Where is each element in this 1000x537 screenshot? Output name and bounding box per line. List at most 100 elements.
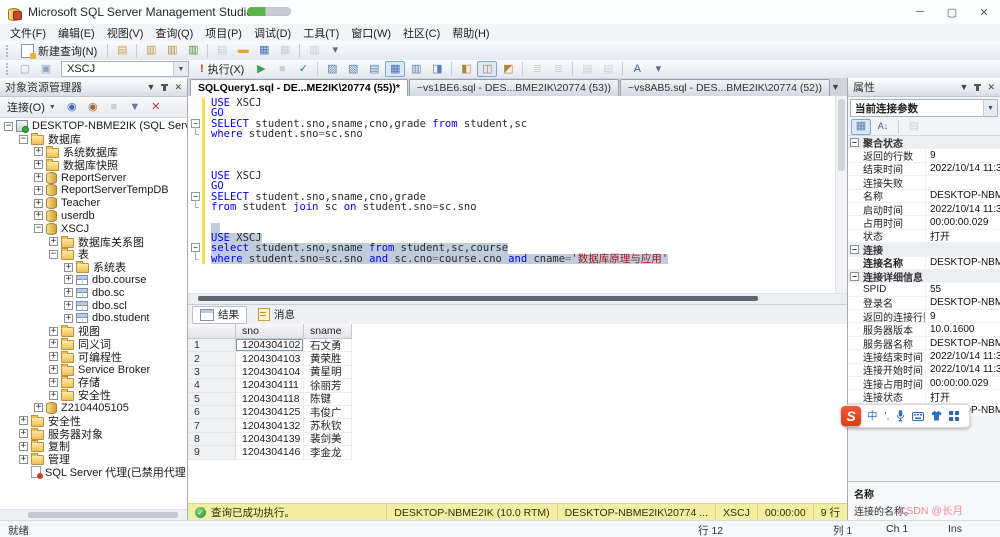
results-cell[interactable]: 1204304118 <box>236 393 304 406</box>
skin-center-icon[interactable] <box>931 411 942 421</box>
toolbar-grip[interactable] <box>6 63 11 75</box>
specify-template-values-icon[interactable]: A <box>627 61 647 77</box>
menu-item-查询(Q)[interactable]: 查询(Q) <box>149 24 199 42</box>
document-tab[interactable]: ~vs1BE6.sql - DES...BME2IK\20774 (53)) <box>409 79 619 96</box>
sql-editor[interactable]: USE XSCJGOSELECT student.sno,sname,cno,g… <box>188 96 847 293</box>
chevron-down-icon[interactable]: ▼ <box>983 100 997 116</box>
tree-item-安全性[interactable]: +安全性 <box>0 389 187 402</box>
close-icon[interactable]: ✕ <box>987 83 995 92</box>
pin-icon[interactable] <box>163 84 166 91</box>
save-icon[interactable]: ▦ <box>254 43 274 59</box>
results-cell[interactable]: 李金龙 <box>304 446 352 459</box>
tree-item-userdb[interactable]: +userdb <box>0 210 187 223</box>
results-cell[interactable]: 1204304111 <box>236 379 304 392</box>
tree-item-dbo.course[interactable]: +dbo.course <box>0 274 187 287</box>
row-number[interactable]: 6 <box>188 406 236 419</box>
selected-cell[interactable]: 1204304102 <box>236 339 304 352</box>
disconnect-server-icon[interactable]: ◉ <box>83 99 103 115</box>
client-statistics-icon[interactable]: ◫ <box>477 61 497 77</box>
minimize-button[interactable]: ─ <box>904 0 936 24</box>
expand-icon[interactable]: + <box>64 288 73 297</box>
expand-icon[interactable]: + <box>34 160 43 169</box>
menu-item-文件(F)[interactable]: 文件(F) <box>4 24 52 42</box>
expand-icon[interactable]: + <box>64 301 73 310</box>
property-category-连接详细信息[interactable]: −连接详细信息 <box>848 270 1000 283</box>
chinese-mode-icon[interactable]: 中 <box>867 411 878 421</box>
punctuation-mode-icon[interactable]: ', <box>885 411 890 421</box>
column-header-sno[interactable]: sno <box>236 324 304 339</box>
soft-keyboard-icon[interactable] <box>912 412 924 421</box>
connect-server-icon[interactable]: ◉ <box>62 99 82 115</box>
results-cell[interactable]: 1204304104 <box>236 366 304 379</box>
grid-corner-cell[interactable] <box>188 324 236 339</box>
toolbar-grip[interactable] <box>6 45 11 57</box>
execute-button[interactable]: ! 执行(X) <box>194 61 250 77</box>
tree-item-Z2104405105[interactable]: +Z2104405105 <box>0 402 187 415</box>
scrollbar-thumb[interactable] <box>198 296 758 301</box>
expand-icon[interactable]: + <box>49 327 58 336</box>
expand-icon[interactable]: + <box>49 352 58 361</box>
expand-icon[interactable]: + <box>49 339 58 348</box>
tree-item-服务器对象[interactable]: +服务器对象 <box>0 427 187 440</box>
new-analysis-services-query-icon[interactable]: ▥ <box>162 43 182 59</box>
expand-icon[interactable]: + <box>19 429 28 438</box>
row-number[interactable]: 1 <box>188 339 236 352</box>
expand-icon[interactable]: + <box>34 211 43 220</box>
collapse-icon[interactable]: − <box>850 245 859 254</box>
activity-window-2-icon[interactable]: ▣ <box>36 61 56 77</box>
chevron-down-icon[interactable]: ▼ <box>960 83 969 92</box>
expand-icon[interactable]: + <box>49 378 58 387</box>
pin-icon[interactable] <box>976 84 979 91</box>
collapse-icon[interactable]: − <box>850 138 859 147</box>
debug-play-icon[interactable]: ▶ <box>251 61 271 77</box>
tree-item-数据库快照[interactable]: +数据库快照 <box>0 158 187 171</box>
expand-icon[interactable]: + <box>34 403 43 412</box>
actual-plan-icon[interactable]: ◧ <box>456 61 476 77</box>
row-number[interactable]: 9 <box>188 446 236 459</box>
results-cell[interactable]: 1204304125 <box>236 406 304 419</box>
expand-icon[interactable]: + <box>64 314 73 323</box>
filter-icon[interactable]: ▼ <box>125 99 145 115</box>
trace-query-icon[interactable]: ◩ <box>498 61 518 77</box>
delete-server-icon[interactable]: ✕ <box>146 99 166 115</box>
menu-item-社区(C)[interactable]: 社区(C) <box>397 24 446 42</box>
results-cell[interactable]: 1204304132 <box>236 419 304 432</box>
code-area[interactable]: USE XSCJGOSELECT student.sno,sname,cno,g… <box>188 98 836 293</box>
new-database-engine-query-icon[interactable]: ▥ <box>141 43 161 59</box>
menu-item-项目(P)[interactable]: 项目(P) <box>199 24 248 42</box>
toolbar-overflow-icon[interactable]: ▾ <box>648 61 668 77</box>
row-number[interactable]: 5 <box>188 393 236 406</box>
expand-icon[interactable]: + <box>64 275 73 284</box>
results-cell[interactable]: 1204304103 <box>236 352 304 365</box>
open-folder-icon[interactable]: ▬ <box>233 43 253 59</box>
tab-messages[interactable]: 消息 <box>250 306 303 324</box>
results-cell[interactable]: 1204304146 <box>236 446 304 459</box>
expand-icon[interactable]: + <box>34 186 43 195</box>
expand-icon[interactable]: + <box>64 263 73 272</box>
menu-item-窗口(W)[interactable]: 窗口(W) <box>345 24 397 42</box>
tree-item-系统表[interactable]: +系统表 <box>0 261 187 274</box>
collapse-icon[interactable]: − <box>850 272 859 281</box>
new-file-icon[interactable]: ▤ <box>112 43 132 59</box>
expand-icon[interactable]: + <box>49 391 58 400</box>
tree-item-复制[interactable]: +复制 <box>0 440 187 453</box>
row-number[interactable]: 7 <box>188 419 236 432</box>
tree-item-可编程性[interactable]: +可编程性 <box>0 350 187 363</box>
active-files-chevron-icon[interactable]: ▼ <box>831 83 840 92</box>
expand-icon[interactable]: + <box>49 237 58 246</box>
properties-object-selector[interactable]: 当前连接参数 ▼ <box>850 99 998 117</box>
row-number[interactable]: 2 <box>188 352 236 365</box>
toolbox-icon[interactable] <box>949 411 959 421</box>
parse-check-icon[interactable]: ✓ <box>293 61 313 77</box>
sqlcmd-mode-icon[interactable]: ◨ <box>427 61 447 77</box>
toolbar-overflow-icon[interactable]: ▾ <box>325 43 345 59</box>
menu-item-帮助(H)[interactable]: 帮助(H) <box>446 24 495 42</box>
collapse-icon[interactable]: − <box>4 122 13 131</box>
collapse-icon[interactable]: − <box>19 135 28 144</box>
connect-button[interactable]: 连接(O) ▼ <box>3 99 60 115</box>
scrollbar-thumb[interactable] <box>838 99 845 171</box>
collapse-icon[interactable]: − <box>49 250 58 259</box>
editor-vscrollbar[interactable] <box>835 96 847 293</box>
sort-alphabetical-icon[interactable]: A↓ <box>873 119 893 135</box>
results-to-grid-icon[interactable]: ▦ <box>385 61 405 77</box>
